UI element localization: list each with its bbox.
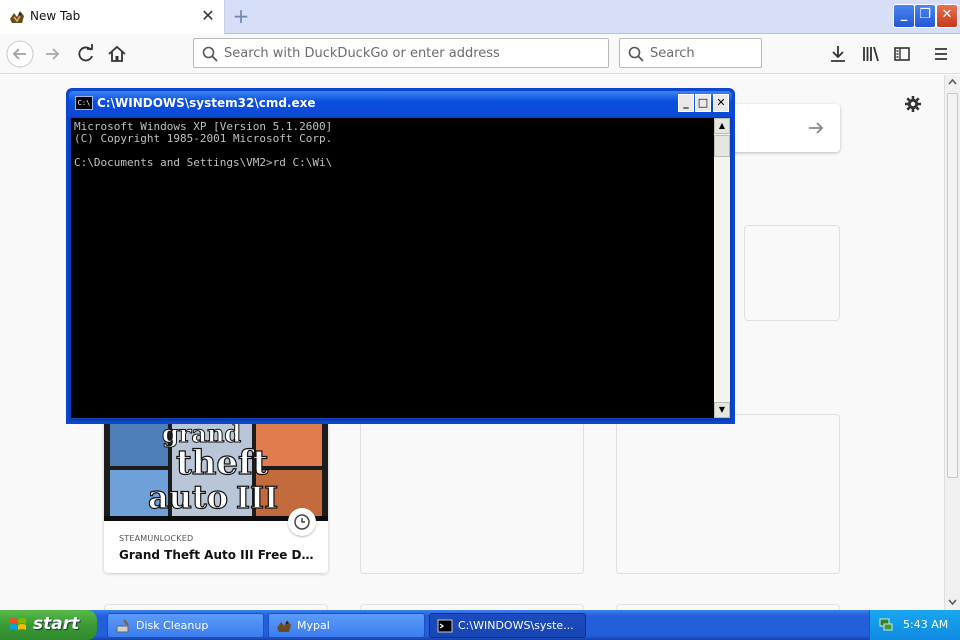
- tab-new-tab[interactable]: New Tab ✕: [0, 0, 225, 34]
- cmd-scroll-up-icon[interactable]: ▲: [714, 118, 730, 134]
- system-tray: 5:43 AM: [869, 610, 960, 640]
- back-button[interactable]: [5, 39, 35, 69]
- cmd-close-button[interactable]: ✕: [713, 94, 729, 112]
- taskbar-item-mypal[interactable]: Mypal: [268, 613, 425, 638]
- window-restore-button[interactable]: ❐: [914, 4, 936, 28]
- menu-button[interactable]: [926, 39, 956, 69]
- navigation-toolbar: [0, 34, 960, 74]
- desktop: New Tab ✕ + _ ❐ ✕ Search with DuckDuckGo…: [0, 0, 960, 640]
- forward-button[interactable]: [38, 39, 68, 69]
- back-arrow-icon: [6, 40, 34, 68]
- taskbar-item-disk-cleanup[interactable]: Disk Cleanup: [107, 613, 264, 638]
- tab-strip: New Tab ✕ + _ ❐ ✕: [0, 0, 960, 34]
- window-minimize-button[interactable]: _: [893, 4, 915, 28]
- highlight-placeholder: [616, 414, 840, 574]
- downloads-button[interactable]: [823, 39, 853, 69]
- library-icon: [863, 46, 879, 62]
- cmd-icon: C:\: [75, 96, 93, 110]
- window-close-button[interactable]: ✕: [936, 4, 958, 28]
- hamburger-menu-icon: [935, 48, 947, 60]
- taskbar: start Disk Cleanup Mypal C:\WINDOWS\syst…: [0, 610, 960, 640]
- cmd-scrollbar[interactable]: ▲ ▼: [714, 118, 730, 418]
- taskbar-item-cmd[interactable]: C:\WINDOWS\syste...: [429, 613, 586, 638]
- console-line: C:\Documents and Settings\VM2>rd C:\Wi\: [74, 156, 333, 169]
- scrollbar-thumb[interactable]: [947, 93, 958, 478]
- library-button[interactable]: [856, 39, 886, 69]
- gta3-cover-image: grand theft auto III: [104, 420, 328, 521]
- taskbar-item-label: C:\WINDOWS\syste...: [458, 619, 574, 632]
- search-bar[interactable]: [619, 38, 762, 68]
- taskbar-item-label: Mypal: [297, 619, 330, 632]
- mypal-icon: [10, 11, 24, 23]
- new-tab-button[interactable]: +: [229, 5, 253, 29]
- forward-arrow-icon: [46, 48, 60, 60]
- sidebar-icon: [894, 47, 910, 61]
- disk-cleanup-icon: [116, 619, 129, 633]
- cmd-window-title: C:\WINDOWS\system32\cmd.exe: [97, 96, 316, 110]
- start-label: start: [33, 614, 80, 634]
- taskbar-item-label: Disk Cleanup: [136, 619, 209, 632]
- card-source: STEAMUNLOCKED: [119, 534, 194, 543]
- highlight-placeholder: [360, 414, 584, 574]
- home-icon: [108, 45, 126, 62]
- home-button[interactable]: [102, 39, 132, 69]
- windows-flag-icon: [10, 618, 26, 630]
- clock: 5:43 AM: [903, 618, 949, 631]
- cover-title-line: theft: [176, 443, 269, 483]
- start-button[interactable]: start: [0, 610, 97, 640]
- cmd-window[interactable]: C:\ C:\WINDOWS\system32\cmd.exe _ □ ✕ Mi…: [66, 88, 735, 424]
- cover-title-line: auto: [148, 478, 228, 516]
- search-icon: [628, 46, 644, 62]
- card-title: Grand Theft Auto III Free Download: [119, 548, 319, 562]
- cmd-maximize-button[interactable]: □: [695, 94, 711, 112]
- clock-icon: [288, 508, 316, 536]
- network-icon[interactable]: [878, 616, 894, 632]
- console-line: (C) Copyright 1985-2001 Microsoft Corp.: [74, 132, 333, 145]
- highlight-card[interactable]: grand theft auto III STEAMUNLOCKED Grand…: [104, 420, 328, 573]
- sidebar-button[interactable]: [887, 39, 917, 69]
- cmd-scroll-down-icon[interactable]: ▼: [714, 402, 730, 418]
- search-go-arrow-icon[interactable]: [806, 118, 826, 138]
- url-input[interactable]: [224, 43, 594, 63]
- search-icon: [202, 46, 218, 62]
- cmd-console[interactable]: Microsoft Windows XP [Version 5.1.2600](…: [71, 118, 714, 418]
- url-bar[interactable]: [193, 38, 609, 68]
- cmd-minimize-button[interactable]: _: [678, 94, 694, 112]
- tab-close-icon[interactable]: ✕: [199, 7, 217, 25]
- page-scrollbar[interactable]: [944, 75, 960, 610]
- cover-title-line: III: [236, 481, 278, 516]
- tab-title: New Tab: [30, 9, 81, 23]
- scroll-down-icon[interactable]: [947, 597, 958, 607]
- top-site-tile[interactable]: [744, 225, 840, 321]
- cmd-titlebar[interactable]: C:\ C:\WINDOWS\system32\cmd.exe _ □ ✕: [69, 91, 732, 117]
- card-thumbnail: grand theft auto III: [104, 420, 328, 521]
- mypal-icon: [277, 620, 291, 632]
- download-icon: [831, 46, 845, 62]
- reload-icon: [78, 44, 93, 62]
- search-input[interactable]: [650, 43, 750, 63]
- cmd-scrollbar-thumb[interactable]: [714, 135, 730, 157]
- gear-icon[interactable]: [903, 94, 923, 114]
- cmd-icon: [437, 619, 453, 633]
- reload-button[interactable]: [71, 39, 101, 69]
- scroll-up-icon[interactable]: [947, 77, 958, 87]
